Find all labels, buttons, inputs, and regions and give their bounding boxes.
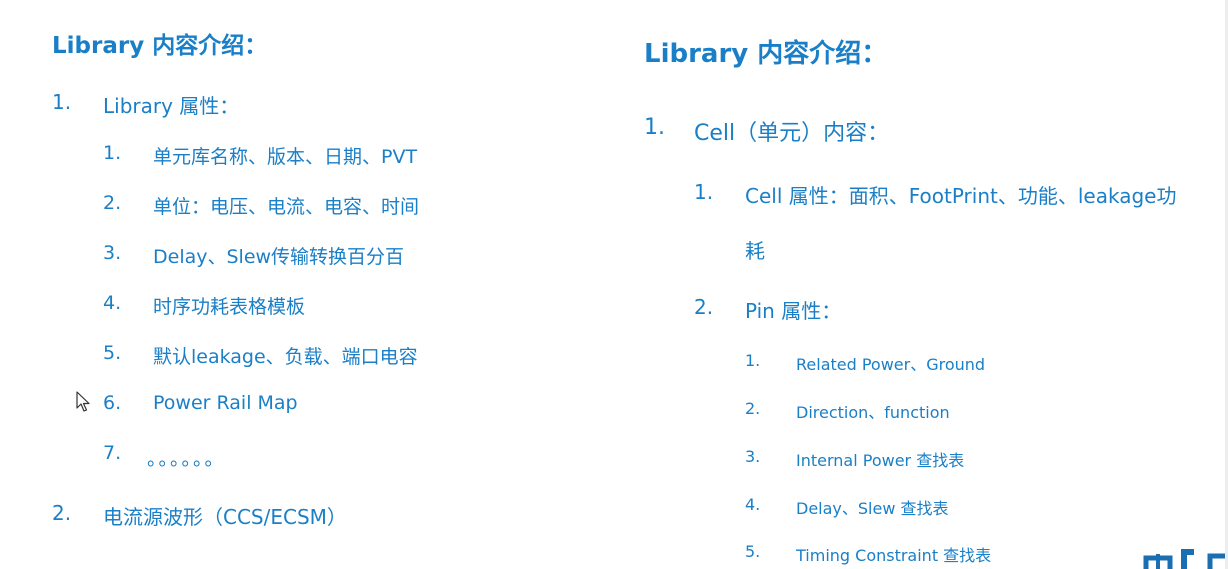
left-subitem-label: 单位：电压、电流、电容、时间 [153, 196, 420, 218]
left-subitem-label: 单元库名称、版本、日期、PVT [153, 146, 418, 168]
right-item-number: 1. [644, 115, 665, 140]
right-item-label: Cell（单元）内容： [694, 121, 890, 146]
left-subitem-label: 时序功耗表格模板 [153, 296, 306, 318]
right-subsubitem-number: 3. [745, 447, 761, 466]
right-subsubitem-number: 4. [745, 495, 761, 514]
left-subitem-number: 7. [103, 442, 122, 464]
left-subitem-number: 6. [103, 392, 122, 414]
right-subsubitem-label: Direction、function [796, 403, 950, 422]
left-item-number: 1. [52, 90, 72, 114]
left-title: Library 内容介绍： [52, 33, 268, 59]
left-subitem-number: 1. [103, 142, 122, 164]
right-subitem-label: Pin 属性： [745, 299, 842, 323]
left-item-number: 2. [52, 501, 72, 525]
left-subitem-label: 默认leakage、负载、端口电容 [153, 346, 418, 368]
right-subsubitem-number: 5. [745, 542, 761, 561]
right-subitem-number: 2. [694, 295, 714, 319]
left-subitem-number: 5. [103, 342, 122, 364]
right-subitem-label-continuation: 耗 [745, 239, 765, 263]
right-subitem-number: 1. [694, 180, 714, 204]
right-subitem-label: Cell 属性：面积、FootPrint、功能、leakage功 [745, 184, 1177, 208]
left-subitem-number: 4. [103, 292, 122, 314]
brand-logo-icon [1143, 549, 1228, 569]
left-subitem-label: 。。。。。。 [147, 448, 226, 470]
slide-canvas: Library 内容介绍： 1. Library 属性： 1. 单元库名称、版本… [0, 0, 1228, 569]
left-item-label: Library 属性： [103, 94, 240, 118]
right-subsubitem-label: Timing Constraint 查找表 [796, 546, 992, 565]
right-subsubitem-number: 2. [745, 399, 761, 418]
left-item-label: 电流源波形（CCS/ECSM） [103, 505, 347, 529]
right-subsubitem-number: 1. [745, 351, 761, 370]
right-subsubitem-label: Internal Power 查找表 [796, 451, 965, 470]
left-subitem-label: Power Rail Map [153, 392, 298, 414]
mouse-pointer-icon [76, 391, 90, 412]
right-subsubitem-label: Delay、Slew 查找表 [796, 499, 949, 518]
right-title: Library 内容介绍： [644, 39, 888, 69]
left-subitem-label: Delay、Slew传输转换百分百 [153, 246, 405, 268]
left-subitem-number: 3. [103, 242, 122, 264]
left-subitem-number: 2. [103, 192, 122, 214]
right-subsubitem-label: Related Power、Ground [796, 355, 986, 374]
